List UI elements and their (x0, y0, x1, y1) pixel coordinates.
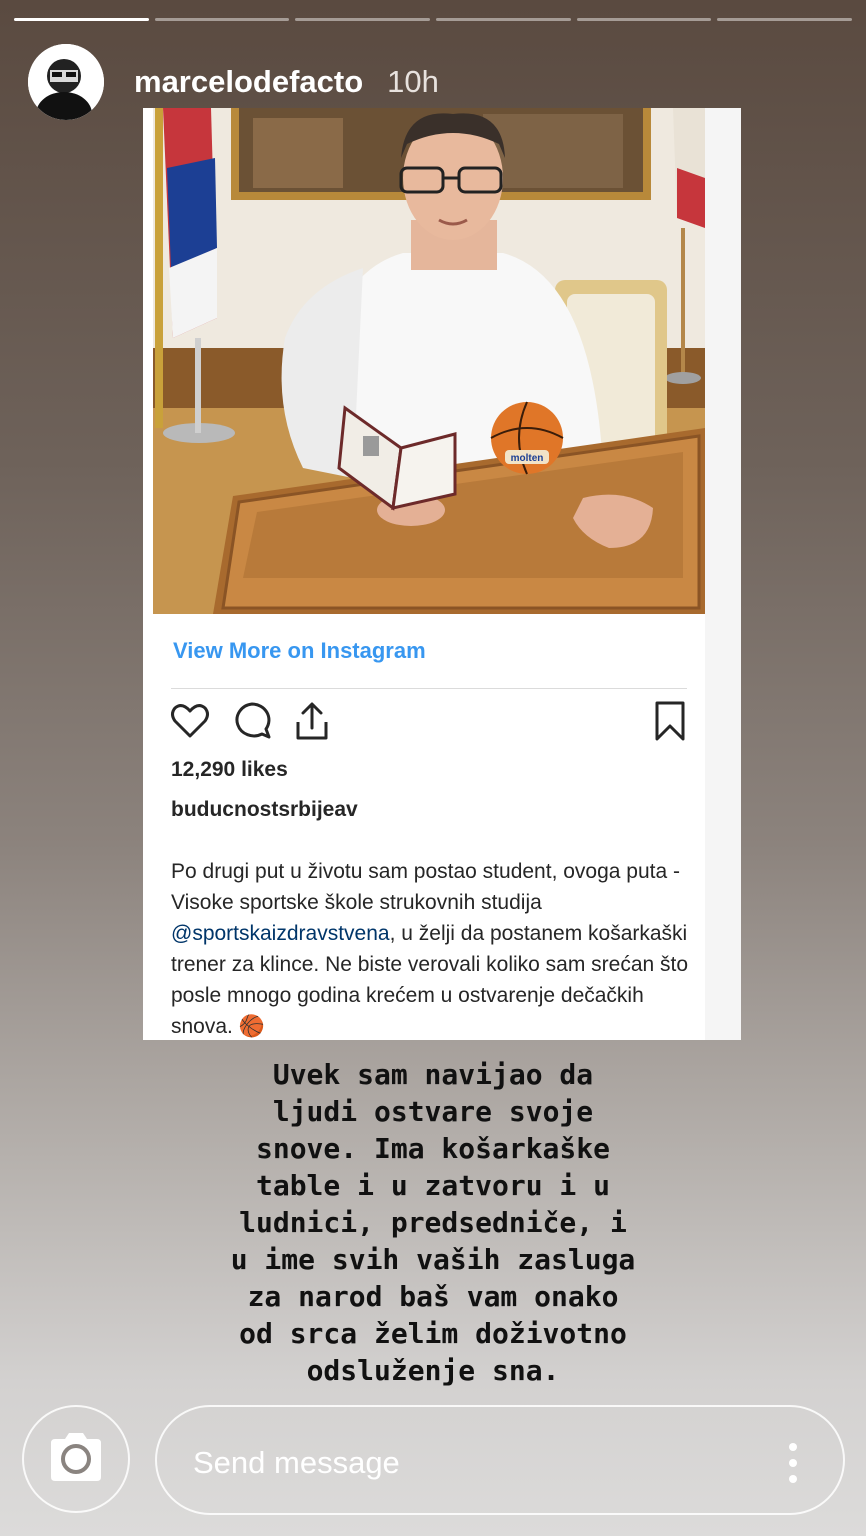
share-icon[interactable] (291, 700, 333, 742)
more-options-icon[interactable] (789, 1443, 797, 1483)
caption-mention[interactable]: @sportskaizdravstvena (171, 922, 390, 945)
view-more-link[interactable]: View More on Instagram (173, 638, 426, 664)
progress-segment (295, 18, 431, 21)
post-actions (169, 700, 699, 744)
post-photo: molten (153, 108, 705, 614)
post-caption: Po drugi put u životu sam postao student… (171, 856, 701, 1040)
story-progress-bar (14, 18, 853, 22)
avatar[interactable] (28, 44, 104, 120)
progress-segment (154, 18, 290, 21)
camera-button[interactable] (22, 1405, 130, 1513)
divider (171, 688, 687, 689)
username[interactable]: marcelodefacto (134, 64, 363, 100)
story-overlay-text: Uvek sam navijao da ljudi ostvare svoje … (230, 1058, 636, 1387)
progress-segment (576, 18, 712, 21)
progress-segment (717, 18, 853, 21)
caption-text: Po drugi put u životu sam postao student… (171, 860, 680, 914)
progress-segment (436, 18, 571, 21)
post-time: 10h (387, 64, 439, 99)
likes-count[interactable]: 12,290 likes (171, 758, 288, 782)
screenshot-edge (705, 108, 741, 1040)
comment-icon[interactable] (231, 700, 273, 742)
camera-icon (47, 1431, 105, 1488)
bookmark-icon[interactable] (649, 700, 691, 742)
ball-brand-label: molten (511, 453, 544, 464)
send-message-placeholder: Send message (193, 1445, 400, 1480)
send-message-input[interactable]: Send message (155, 1405, 845, 1515)
heart-icon[interactable] (169, 700, 211, 742)
post-account-name[interactable]: buducnostsrbijeav (171, 798, 358, 822)
progress-segment (14, 18, 149, 21)
embedded-post: molten View More on Instagram 12,290 lik… (153, 108, 705, 1040)
embedded-post-screenshot: molten View More on Instagram 12,290 lik… (143, 108, 741, 1040)
